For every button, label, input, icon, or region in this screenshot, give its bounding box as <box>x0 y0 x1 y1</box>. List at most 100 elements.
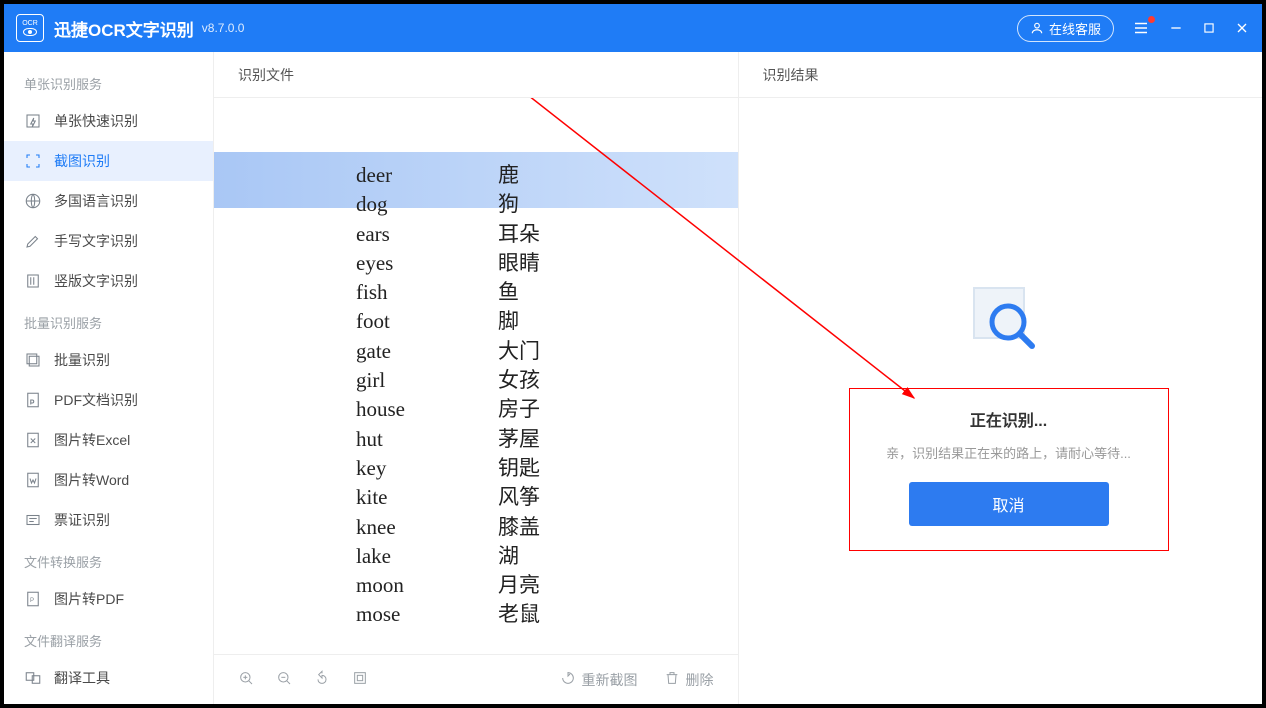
word-zh: 狗 <box>498 191 540 218</box>
recapture-label: 重新截图 <box>582 670 638 690</box>
word-en: mose <box>356 601 496 628</box>
sidebar-item-label: 批量识别 <box>54 350 110 370</box>
online-support-button[interactable]: 在线客服 <box>1017 15 1114 42</box>
delete-label: 删除 <box>686 670 714 690</box>
sidebar-item-pdf-doc[interactable]: PDF文档识别 <box>4 380 213 420</box>
handwriting-icon <box>24 232 42 250</box>
cancel-button[interactable]: 取消 <box>909 482 1109 526</box>
maximize-button[interactable] <box>1202 21 1216 35</box>
table-row: ears耳朵 <box>356 221 540 248</box>
app-version: v8.7.0.0 <box>202 21 245 35</box>
sidebar-item-handwriting[interactable]: 手写文字识别 <box>4 221 213 261</box>
sidebar-item-label: 票证识别 <box>54 510 110 530</box>
svg-text:P: P <box>30 598 34 604</box>
sidebar-group-header: 文件翻译服务 <box>4 619 213 658</box>
word-zh: 钥匙 <box>498 455 540 482</box>
sidebar-group-header: 批量识别服务 <box>4 301 213 340</box>
zoom-out-button[interactable] <box>276 670 292 689</box>
word-zh: 大门 <box>498 338 540 365</box>
app-title: 迅捷OCR文字识别 <box>54 16 194 41</box>
sidebar-item-label: PDF文档识别 <box>54 390 138 410</box>
screenshot-icon <box>24 152 42 170</box>
table-row: foot脚 <box>356 308 540 335</box>
rotate-button[interactable] <box>314 670 330 689</box>
word-en: deer <box>356 162 496 189</box>
fit-button[interactable] <box>352 670 368 689</box>
word-en: key <box>356 455 496 482</box>
word-en: ears <box>356 221 496 248</box>
body-area: 单张识别服务单张快速识别截图识别多国语言识别手写文字识别竖版文字识别批量识别服务… <box>4 52 1262 704</box>
pdf-doc-icon <box>24 391 42 409</box>
content-area: 识别文件 识别结果 deer鹿dog狗 ears耳朵eyes眼睛fish鱼foot… <box>214 52 1262 704</box>
table-row: knee膝盖 <box>356 514 540 541</box>
sidebar-item-vertical[interactable]: 竖版文字识别 <box>4 261 213 301</box>
word-zh: 眼睛 <box>498 250 540 277</box>
word-en: hut <box>356 426 496 453</box>
ticket-icon <box>24 511 42 529</box>
minimize-button[interactable] <box>1168 20 1184 36</box>
sidebar-group-header: 文件转换服务 <box>4 540 213 579</box>
sidebar-item-translate[interactable]: 翻译工具 <box>4 658 213 698</box>
file-toolbar: 重新截图 删除 <box>214 654 738 704</box>
img-pdf-icon: P <box>24 590 42 608</box>
zoom-in-button[interactable] <box>238 670 254 689</box>
titlebar: OCR 迅捷OCR文字识别 v8.7.0.0 在线客服 <box>4 4 1262 52</box>
word-en: house <box>356 396 496 423</box>
word-zh: 风筝 <box>498 484 540 511</box>
sidebar-item-single-quick[interactable]: 单张快速识别 <box>4 101 213 141</box>
table-row: mose老鼠 <box>356 601 540 628</box>
word-zh: 月亮 <box>498 572 540 599</box>
progress-title: 正在识别... <box>866 407 1152 431</box>
sidebar-item-label: 单张快速识别 <box>54 111 138 131</box>
table-row: gate大门 <box>356 338 540 365</box>
word-en: fish <box>356 279 496 306</box>
search-loading-icon <box>964 278 1044 358</box>
sidebar-item-ticket[interactable]: 票证识别 <box>4 500 213 540</box>
word-en: girl <box>356 367 496 394</box>
table-row: fish鱼 <box>356 279 540 306</box>
word-zh: 湖 <box>498 543 540 570</box>
word-en: knee <box>356 514 496 541</box>
word-zh: 脚 <box>498 308 540 335</box>
sidebar-item-label: 截图识别 <box>54 151 110 171</box>
word-zh: 膝盖 <box>498 514 540 541</box>
sidebar-item-img-excel[interactable]: 图片转Excel <box>4 420 213 460</box>
sidebar-item-img-pdf[interactable]: P 图片转PDF <box>4 579 213 619</box>
online-support-label: 在线客服 <box>1049 19 1101 38</box>
vertical-icon <box>24 272 42 290</box>
table-row: dog狗 <box>356 191 540 218</box>
sidebar-item-batch[interactable]: 批量识别 <box>4 340 213 380</box>
multilang-icon <box>24 192 42 210</box>
word-zh: 茅屋 <box>498 426 540 453</box>
sidebar-item-label: 手写文字识别 <box>54 231 138 251</box>
progress-box: 正在识别... 亲，识别结果正在来的路上，请耐心等待... 取消 <box>849 388 1169 551</box>
close-button[interactable] <box>1234 20 1250 36</box>
sidebar-item-img-word[interactable]: 图片转Word <box>4 460 213 500</box>
menu-button[interactable] <box>1132 19 1150 37</box>
word-en: kite <box>356 484 496 511</box>
table-row: key钥匙 <box>356 455 540 482</box>
delete-button[interactable]: 删除 <box>664 670 714 690</box>
sidebar-item-label: 多国语言识别 <box>54 191 138 211</box>
table-row: lake湖 <box>356 543 540 570</box>
word-zh: 鱼 <box>498 279 540 306</box>
content-header: 识别文件 识别结果 <box>214 52 1262 98</box>
sidebar-item-label: 图片转PDF <box>54 589 124 609</box>
sidebar-item-screenshot[interactable]: 截图识别 <box>4 141 213 181</box>
result-header-label: 识别结果 <box>739 52 1263 97</box>
table-row: eyes眼睛 <box>356 250 540 277</box>
app-window: OCR 迅捷OCR文字识别 v8.7.0.0 在线客服 单张识 <box>4 4 1262 704</box>
word-en: moon <box>356 572 496 599</box>
word-en: lake <box>356 543 496 570</box>
word-zh: 女孩 <box>498 367 540 394</box>
notification-dot-icon <box>1148 16 1155 23</box>
word-table: deer鹿dog狗 ears耳朵eyes眼睛fish鱼foot脚 gate大门gir… <box>354 160 542 631</box>
word-zh: 房子 <box>498 396 540 423</box>
word-en: gate <box>356 338 496 365</box>
recapture-button[interactable]: 重新截图 <box>560 670 638 690</box>
table-row: deer鹿 <box>356 162 540 189</box>
sidebar-item-multilang[interactable]: 多国语言识别 <box>4 181 213 221</box>
batch-icon <box>24 351 42 369</box>
progress-subtitle: 亲，识别结果正在来的路上，请耐心等待... <box>866 443 1152 462</box>
word-zh: 鹿 <box>498 162 540 189</box>
